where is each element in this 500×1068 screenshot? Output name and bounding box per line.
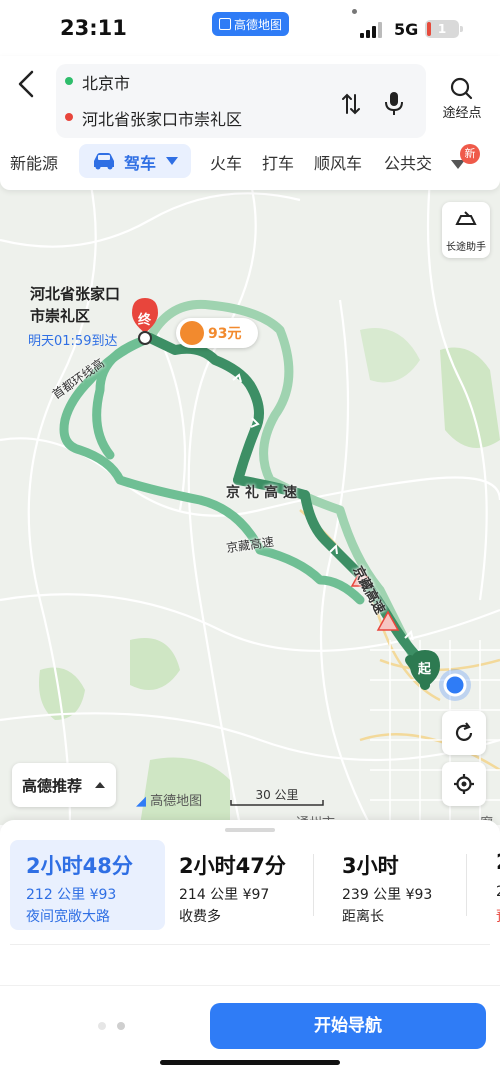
- start-marker-label: 起: [418, 662, 432, 677]
- app-badge-label: 高德地图: [233, 17, 282, 32]
- privacy-dot-icon: [352, 9, 357, 14]
- route-divider: [466, 854, 467, 916]
- route-tag: 夜间宽敞大路: [26, 909, 110, 925]
- page-dot: [117, 1022, 125, 1030]
- search-icon: [450, 77, 473, 100]
- route-info: 239 公里 ¥93: [342, 887, 433, 903]
- tab-driving-label: 驾车: [124, 154, 157, 173]
- watermark-text: 高德地图: [150, 794, 203, 809]
- tab-driving[interactable]: 驾车: [79, 144, 191, 178]
- route-tag: 距离长: [342, 909, 384, 925]
- map-watermark: ◢ 高德地图: [136, 790, 202, 809]
- home-indicator[interactable]: [160, 1060, 340, 1065]
- sheet-divider: [10, 944, 490, 945]
- sheet-handle[interactable]: [225, 828, 275, 832]
- address-box: 北京市 河北省张家口市崇礼区: [56, 64, 426, 138]
- voice-button[interactable]: [383, 90, 405, 116]
- page-dot: [98, 1022, 106, 1030]
- status-bar: 23:11 高德地图 5G 1: [0, 0, 500, 56]
- caret-up-icon: [95, 782, 105, 788]
- route-time: 2: [496, 850, 500, 874]
- tab-new-energy[interactable]: 新能源: [10, 150, 58, 174]
- toll-icon: [180, 321, 204, 345]
- tab-public-transit[interactable]: 公共交: [384, 150, 432, 174]
- route-time: 2小时47分: [179, 854, 286, 878]
- travel-mode-tabs: 新能源 驾车 火车 打车 顺风车 公共交 新: [0, 144, 500, 182]
- destination-dot-icon: [65, 113, 73, 121]
- destination-label: 河北省张家口 市崇礼区: [30, 285, 121, 325]
- refresh-icon: [455, 722, 473, 741]
- signal-icon: [360, 22, 384, 38]
- toll-amount: 93元: [208, 326, 242, 342]
- origin-dot-icon: [65, 77, 73, 85]
- network-type: 5G: [394, 20, 419, 39]
- end-marker-label: 终: [138, 313, 152, 328]
- destination-field[interactable]: 河北省张家口市崇礼区: [56, 100, 326, 134]
- more-modes-button[interactable]: 新: [446, 144, 486, 178]
- recommend-button[interactable]: 高德推荐: [12, 763, 116, 807]
- current-location-icon: [439, 669, 471, 701]
- tab-train[interactable]: 火车: [210, 150, 242, 174]
- route-tag: 收费多: [179, 909, 221, 925]
- route-info: 2: [496, 884, 500, 900]
- via-point-button[interactable]: 途经点: [436, 76, 488, 124]
- route-sheet: 2小时48分 212 公里 ¥93 夜间宽敞大路 2小时47分 214 公里 ¥…: [0, 820, 500, 1068]
- start-navigation-button[interactable]: 开始导航: [210, 1003, 486, 1049]
- refresh-route-button[interactable]: [442, 711, 486, 755]
- map-canvas: [0, 180, 500, 825]
- bottom-action-bar: 开始导航: [0, 985, 500, 1068]
- map-view[interactable]: 河北省张家口 市崇礼区 明天01:59到达 终 起 93元 京礼高速 京藏高速 …: [0, 180, 500, 825]
- toll-bubble[interactable]: 93元: [176, 318, 258, 348]
- app-badge[interactable]: 高德地图: [212, 12, 289, 36]
- long-trip-label: 长途助手: [446, 242, 486, 253]
- origin-text: 北京市: [82, 74, 131, 93]
- route-header: 北京市 河北省张家口市崇礼区 途经点 新能源 驾车 火车 打车 顺风车 公共交 …: [0, 56, 500, 190]
- microphone-icon: [385, 92, 403, 115]
- locate-icon: [454, 774, 474, 794]
- route-option-3[interactable]: 3小时 239 公里 ¥93 距离长: [326, 840, 481, 930]
- route-info: 212 公里 ¥93: [26, 887, 117, 903]
- battery-icon: 1: [425, 20, 463, 38]
- caret-down-icon: [166, 157, 178, 165]
- via-point-label: 途经点: [442, 106, 482, 121]
- long-trip-icon: [455, 211, 477, 225]
- route-option-2[interactable]: 2小时47分 214 公里 ¥97 收费多: [163, 840, 318, 930]
- route-time: 3小时: [342, 854, 399, 878]
- route-option-1[interactable]: 2小时48分 212 公里 ¥93 夜间宽敞大路: [10, 840, 165, 930]
- route-info: 214 公里 ¥97: [179, 887, 270, 903]
- route-time: 2小时48分: [26, 854, 133, 878]
- origin-field[interactable]: 北京市: [56, 64, 326, 98]
- tab-taxi[interactable]: 打车: [262, 150, 294, 174]
- chevron-left-icon: [18, 70, 34, 98]
- route-divider: [313, 854, 314, 916]
- destination-text: 河北省张家口市崇礼区: [82, 110, 243, 129]
- battery-level: 1: [437, 22, 447, 36]
- route-tag: 预: [496, 906, 500, 926]
- tab-carpool[interactable]: 顺风车: [314, 150, 362, 174]
- swap-button[interactable]: [341, 92, 361, 116]
- back-button[interactable]: [14, 66, 42, 102]
- new-badge: 新: [460, 144, 480, 164]
- road-label-jingli: 京礼高速: [226, 485, 302, 501]
- locate-button[interactable]: [442, 762, 486, 806]
- status-time: 23:11: [60, 16, 127, 40]
- scale-ruler: [230, 800, 324, 806]
- map-app-icon: [218, 18, 231, 30]
- scale-bar: 30 公里: [230, 786, 324, 806]
- recommend-label: 高德推荐: [22, 777, 83, 795]
- swap-icon: [342, 93, 360, 115]
- car-icon: [94, 153, 114, 170]
- map-logo-icon: ◢: [136, 794, 146, 809]
- route-option-4[interactable]: 2 2 预: [480, 840, 500, 930]
- long-trip-button[interactable]: 长途助手: [442, 202, 490, 258]
- eta-label: 明天01:59到达: [28, 334, 118, 349]
